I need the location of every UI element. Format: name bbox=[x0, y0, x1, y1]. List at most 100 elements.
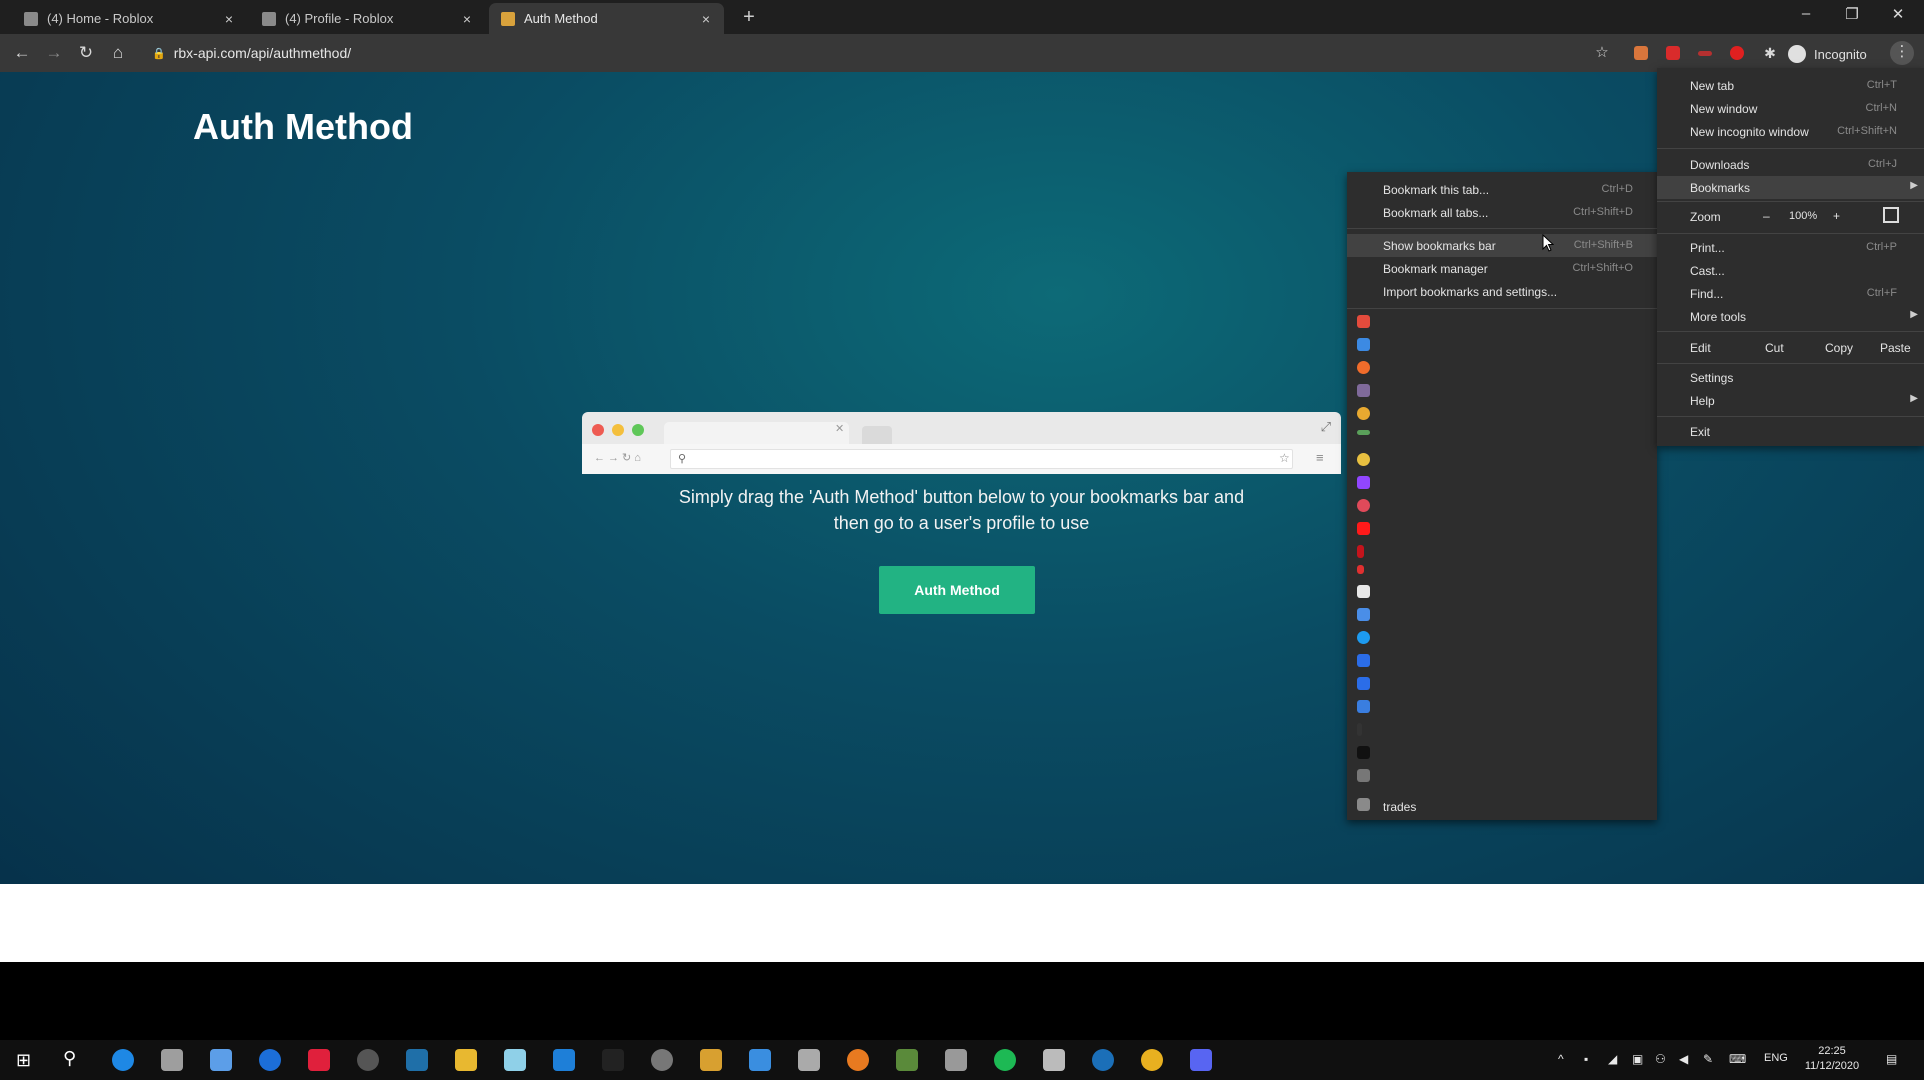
extension-icon[interactable] bbox=[1666, 46, 1680, 60]
menu-item-exit[interactable]: Exit bbox=[1657, 420, 1924, 443]
fullscreen-icon[interactable] bbox=[1883, 207, 1899, 223]
menu-item-find[interactable]: Find... Ctrl+F bbox=[1657, 282, 1924, 305]
back-icon[interactable]: ← bbox=[10, 41, 34, 65]
bookmark-favicon-icon[interactable] bbox=[1357, 700, 1370, 713]
menu-item-bookmark-this-tab[interactable]: Bookmark this tab... Ctrl+D bbox=[1347, 178, 1657, 201]
menu-item-cast[interactable]: Cast... bbox=[1657, 259, 1924, 282]
notifications-icon[interactable]: ▤ bbox=[1886, 1052, 1897, 1066]
close-icon[interactable]: × bbox=[221, 11, 237, 27]
keyboard-icon[interactable]: ⌨ bbox=[1729, 1052, 1746, 1066]
zoom-in-button[interactable]: + bbox=[1833, 209, 1840, 223]
menu-item-new-tab[interactable]: New tab Ctrl+T bbox=[1657, 74, 1924, 97]
taskbar-app-icon[interactable] bbox=[112, 1049, 134, 1071]
bookmark-favicon-icon[interactable] bbox=[1357, 453, 1370, 466]
extension-icon[interactable] bbox=[1698, 51, 1712, 56]
new-tab-button[interactable]: + bbox=[737, 6, 761, 30]
close-window-button[interactable]: ✕ bbox=[1878, 5, 1918, 27]
copy-button[interactable]: Copy bbox=[1825, 341, 1853, 355]
bookmark-favicon-icon[interactable] bbox=[1357, 499, 1370, 512]
bookmark-folder-trades[interactable]: trades bbox=[1383, 800, 1416, 814]
menu-item-new-incognito-window[interactable]: New incognito window Ctrl+Shift+N bbox=[1657, 120, 1924, 143]
reload-icon[interactable]: ↻ bbox=[74, 41, 98, 65]
volume-icon[interactable]: ◀ bbox=[1679, 1052, 1688, 1066]
menu-item-more-tools[interactable]: More tools ▶ bbox=[1657, 305, 1924, 328]
blender-icon[interactable] bbox=[847, 1049, 869, 1071]
close-icon[interactable]: × bbox=[459, 11, 475, 27]
show-hidden-icons-icon[interactable]: ^ bbox=[1558, 1052, 1564, 1066]
menu-item-show-bookmarks-bar[interactable]: Show bookmarks bar Ctrl+Shift+B bbox=[1347, 234, 1657, 257]
tab-home-roblox[interactable]: (4) Home - Roblox × bbox=[12, 3, 247, 34]
file-explorer-icon[interactable] bbox=[455, 1049, 477, 1071]
taskbar-app-icon[interactable] bbox=[602, 1049, 624, 1071]
twitch-icon[interactable] bbox=[1357, 476, 1370, 489]
address-bar[interactable]: 🔒 rbx-api.com/api/authmethod/ bbox=[140, 39, 1595, 67]
menu-item-downloads[interactable]: Downloads Ctrl+J bbox=[1657, 153, 1924, 176]
taskbar-app-icon[interactable] bbox=[798, 1049, 820, 1071]
tray-app-icon[interactable]: ✎ bbox=[1703, 1052, 1713, 1066]
bookmark-favicon-icon[interactable] bbox=[1357, 654, 1370, 667]
home-icon[interactable]: ⌂ bbox=[106, 41, 130, 65]
taskbar-app-icon[interactable] bbox=[308, 1049, 330, 1071]
bookmark-favicon-icon[interactable] bbox=[1357, 384, 1370, 397]
taskbar-app-icon[interactable] bbox=[210, 1049, 232, 1071]
folder-icon[interactable] bbox=[1357, 798, 1370, 811]
menu-item-help[interactable]: Help ▶ bbox=[1657, 389, 1924, 412]
bookmark-favicon-icon[interactable] bbox=[1357, 430, 1370, 435]
bookmark-favicon-icon[interactable] bbox=[1357, 769, 1370, 782]
menu-item-bookmark-manager[interactable]: Bookmark manager Ctrl+Shift+O bbox=[1347, 257, 1657, 280]
menu-item-settings[interactable]: Settings bbox=[1657, 366, 1924, 389]
language-indicator[interactable]: ENG bbox=[1764, 1052, 1788, 1064]
taskbar-app-icon[interactable] bbox=[700, 1049, 722, 1071]
youtube-icon[interactable] bbox=[1357, 522, 1370, 535]
steam-icon[interactable] bbox=[1092, 1049, 1114, 1071]
tray-app-icon[interactable]: ▪ bbox=[1584, 1052, 1588, 1066]
spotify-icon[interactable] bbox=[994, 1049, 1016, 1071]
restore-button[interactable]: ❐ bbox=[1832, 5, 1872, 27]
extension-icon[interactable] bbox=[1730, 46, 1744, 60]
menu-item-new-window[interactable]: New window Ctrl+N bbox=[1657, 97, 1924, 120]
tray-app-icon[interactable]: ▣ bbox=[1632, 1052, 1643, 1066]
star-icon[interactable]: ☆ bbox=[1590, 41, 1614, 65]
bookmark-favicon-icon[interactable] bbox=[1357, 677, 1370, 690]
tab-profile-roblox[interactable]: (4) Profile - Roblox × bbox=[250, 3, 485, 34]
cut-button[interactable]: Cut bbox=[1765, 341, 1784, 355]
taskbar-app-icon[interactable] bbox=[1043, 1049, 1065, 1071]
twitter-icon[interactable] bbox=[1357, 631, 1370, 644]
menu-item-bookmark-all-tabs[interactable]: Bookmark all tabs... Ctrl+Shift+D bbox=[1347, 201, 1657, 224]
bookmark-favicon-icon[interactable] bbox=[1357, 585, 1370, 598]
tab-auth-method[interactable]: Auth Method × bbox=[489, 3, 724, 34]
minimize-button[interactable]: – bbox=[1786, 5, 1826, 27]
bookmark-favicon-icon[interactable] bbox=[1357, 565, 1364, 574]
taskbar-app-icon[interactable] bbox=[259, 1049, 281, 1071]
windows-start-icon[interactable]: ⊞ bbox=[16, 1050, 31, 1071]
menu-item-bookmarks[interactable]: Bookmarks ▶ bbox=[1657, 176, 1924, 199]
minecraft-icon[interactable] bbox=[896, 1049, 918, 1071]
forward-icon[interactable]: → bbox=[42, 41, 66, 65]
bookmark-favicon-icon[interactable] bbox=[1357, 338, 1370, 351]
kebab-menu-icon[interactable]: ⋮ bbox=[1890, 41, 1914, 65]
bookmark-favicon-icon[interactable] bbox=[1357, 746, 1370, 759]
menu-item-print[interactable]: Print... Ctrl+P bbox=[1657, 236, 1924, 259]
bookmark-favicon-icon[interactable] bbox=[1357, 723, 1362, 736]
tray-app-icon[interactable]: ⚇ bbox=[1655, 1052, 1666, 1066]
taskbar-app-icon[interactable] bbox=[553, 1049, 575, 1071]
chrome-icon[interactable] bbox=[1141, 1049, 1163, 1071]
network-icon[interactable]: ◢ bbox=[1608, 1052, 1617, 1066]
netflix-icon[interactable] bbox=[1357, 545, 1364, 558]
gmail-icon[interactable] bbox=[1357, 315, 1370, 328]
incognito-profile-button[interactable]: Incognito bbox=[1788, 43, 1867, 65]
clock[interactable]: 22:25 11/12/2020 bbox=[1797, 1044, 1867, 1074]
paste-button[interactable]: Paste bbox=[1880, 341, 1911, 355]
auth-method-button[interactable]: Auth Method bbox=[879, 566, 1035, 614]
obs-icon[interactable] bbox=[357, 1049, 379, 1071]
menu-item-import-bookmarks[interactable]: Import bookmarks and settings... bbox=[1347, 280, 1657, 303]
taskbar-app-icon[interactable] bbox=[504, 1049, 526, 1071]
taskbar-app-icon[interactable] bbox=[749, 1049, 771, 1071]
bookmark-favicon-icon[interactable] bbox=[1357, 608, 1370, 621]
bookmark-favicon-icon[interactable] bbox=[1357, 361, 1370, 374]
extension-icon[interactable] bbox=[1634, 46, 1648, 60]
bookmark-favicon-icon[interactable] bbox=[1357, 407, 1370, 420]
zoom-out-button[interactable]: – bbox=[1763, 209, 1770, 223]
taskbar-app-icon[interactable] bbox=[406, 1049, 428, 1071]
close-icon[interactable]: × bbox=[698, 11, 714, 27]
